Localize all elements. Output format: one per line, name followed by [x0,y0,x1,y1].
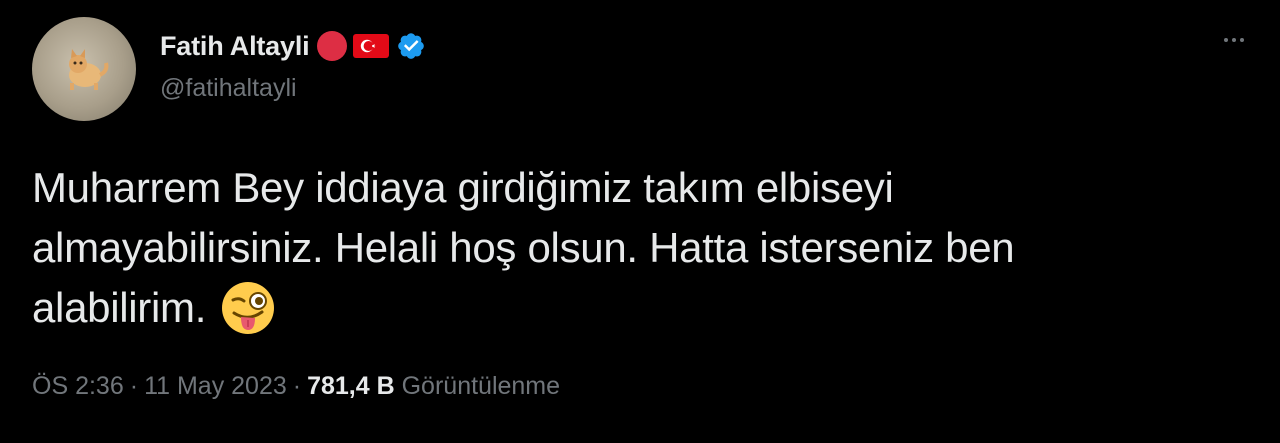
tweet-card: Fatih Altayli @fatihaltayli Muharrem Bey… [0,0,1280,443]
avatar[interactable] [32,17,136,121]
user-handle[interactable]: @fatihaltayli [160,74,426,103]
tweet-time[interactable]: ÖS 2:36 [32,372,124,400]
dot [1240,38,1244,42]
tweet-text-line: Muharrem Bey iddiaya girdiğimiz takım el… [32,164,894,211]
tweet-text-last-line: alabilirim. [32,278,1262,338]
tweet-meta: ÖS 2:36 · 11 May 2023 · 781,4 B Görüntülenme [32,372,560,401]
verified-badge-icon [398,33,425,59]
name-row: Fatih Altayli [160,26,426,66]
separator: · [292,372,302,400]
separator: · [129,372,139,400]
views-count: 781,4 B [307,372,395,400]
views-label: Görüntülenme [401,372,561,400]
dot [1232,38,1236,42]
red-circle-emoji [317,31,348,61]
winking-face-with-tongue-emoji-icon [222,282,275,334]
tweet-text-line: alabilirim. [32,284,207,331]
cat-avatar-icon [69,49,109,90]
tweet-text-line: almayabilirsiniz. Helali hoş olsun. Hatt… [32,224,1015,271]
more-options-icon[interactable] [1224,38,1244,42]
tweet-date[interactable]: 11 May 2023 [144,372,287,400]
display-name[interactable]: Fatih Altayli [160,31,310,62]
dot [1224,38,1228,42]
turkey-flag-icon [353,34,390,58]
tweet-text: Muharrem Bey iddiaya girdiğimiz takım el… [32,158,1262,338]
tweet-header: Fatih Altayli @fatihaltayli [160,26,426,103]
